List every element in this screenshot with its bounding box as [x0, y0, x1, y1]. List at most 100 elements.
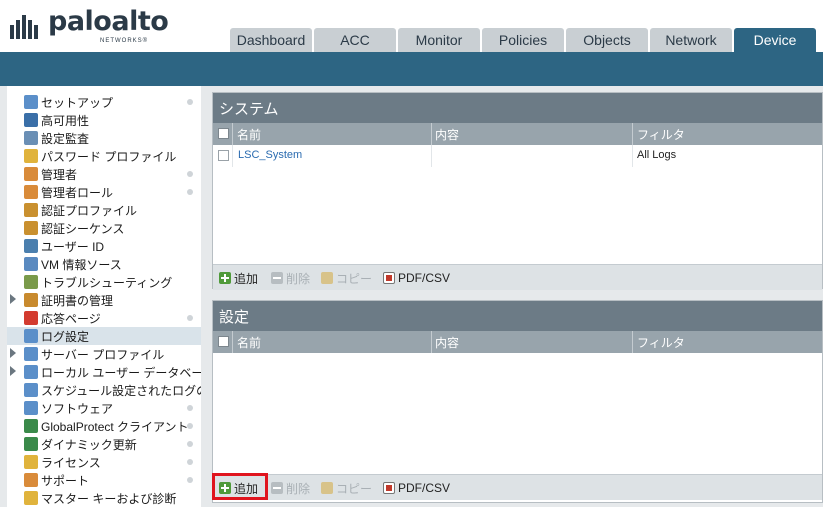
password-profile-icon [24, 149, 38, 163]
sidebar-item[interactable]: ライセンス [7, 453, 201, 471]
tab-network[interactable]: Network [650, 28, 732, 52]
sidebar-item[interactable]: サポート [7, 471, 201, 489]
app-header: paloalto NETWORKS® Dashboard ACC Monitor… [0, 0, 823, 52]
row-checkbox[interactable] [218, 150, 229, 161]
sidebar-item[interactable]: マスター キーおよび診断 [7, 489, 201, 507]
sidebar-item-label: ダイナミック更新 [41, 438, 137, 452]
sidebar-item-label: ユーザー ID [41, 240, 105, 254]
globalprotect-icon [24, 419, 38, 433]
panel-title-config: 設定 [213, 301, 822, 331]
sidebar-item[interactable]: 認証シーケンス [7, 219, 201, 237]
user-id-icon [24, 239, 38, 253]
expand-arrow-icon[interactable] [10, 348, 16, 358]
sidebar-item[interactable]: ログ設定 [7, 327, 201, 345]
sidebar-item[interactable]: セットアップ [7, 93, 201, 111]
sidebar-splitter[interactable] [201, 86, 206, 507]
sidebar-item[interactable]: 設定監査 [7, 129, 201, 147]
response-pages-icon [24, 311, 38, 325]
tab-policies[interactable]: Policies [482, 28, 564, 52]
sidebar-item[interactable]: VM 情報ソース [7, 255, 201, 273]
sidebar-item[interactable]: GlobalProtect クライアント [7, 417, 201, 435]
expand-arrow-icon[interactable] [10, 294, 16, 304]
sidebar-item-label: 設定監査 [41, 132, 90, 146]
commit-status-dot-icon [187, 189, 193, 195]
row-name-link[interactable]: LSC_System [238, 149, 302, 161]
sidebar-item[interactable]: ダイナミック更新 [7, 435, 201, 453]
sidebar-item[interactable]: ソフトウェア [7, 399, 201, 417]
sidebar-item-label: 認証プロファイル [41, 204, 138, 218]
device-sidebar: セットアップ 高可用性設定監査 パスワード プロファイル管理者 管理者ロール認証プロフ… [7, 86, 201, 507]
add-button[interactable]: 追加 [219, 269, 258, 287]
logo-wordmark: paloalto [48, 6, 169, 37]
expand-arrow-icon[interactable] [10, 366, 16, 376]
system-log-panel: システム 名前 内容 フィルタ LSC_System All Logs 追加 削… [212, 92, 823, 290]
commit-status-dot-icon [187, 99, 193, 105]
sidebar-item-label: サーバー プロファイル [41, 348, 165, 362]
troubleshooting-icon [24, 275, 38, 289]
pdf-csv-button[interactable]: PDF/CSV [383, 479, 450, 497]
scheduled-log-export-icon [24, 383, 38, 397]
sidebar-item[interactable]: ユーザー ID [7, 237, 201, 255]
sidebar-item[interactable]: 証明書の管理 [7, 291, 201, 309]
column-description[interactable]: 内容 [435, 334, 459, 351]
column-description[interactable]: 内容 [435, 126, 459, 143]
commit-status-dot-icon [187, 315, 193, 321]
certificate-management-icon [24, 293, 38, 307]
auth-sequence-icon [24, 221, 38, 235]
copy-button[interactable]: コピー [321, 269, 372, 287]
dynamic-updates-icon [24, 437, 38, 451]
sidebar-item[interactable]: パスワード プロファイル [7, 147, 201, 165]
master-key-icon [24, 491, 38, 505]
system-toolbar: 追加 削除 コピー PDF/CSV [213, 264, 822, 290]
column-filter[interactable]: フィルタ [637, 334, 685, 351]
pdf-csv-button[interactable]: PDF/CSV [383, 269, 450, 287]
table-row[interactable]: LSC_System All Logs [213, 145, 822, 167]
tab-device[interactable]: Device [734, 28, 816, 52]
delete-button[interactable]: 削除 [271, 479, 310, 497]
column-name[interactable]: 名前 [237, 334, 261, 351]
sidebar-item[interactable]: スケジュール設定されたログのエクスポート [7, 381, 201, 399]
tab-objects[interactable]: Objects [566, 28, 648, 52]
config-toolbar: 追加 削除 コピー PDF/CSV [213, 474, 822, 500]
sidebar-item[interactable]: 管理者ロール [7, 183, 201, 201]
sidebar-item-label: ソフトウェア [41, 402, 114, 416]
commit-status-dot-icon [187, 441, 193, 447]
sidebar-item[interactable]: ローカル ユーザー データベース [7, 363, 201, 381]
select-all-checkbox[interactable] [218, 336, 229, 347]
sidebar-item-label: GlobalProtect クライアント [41, 420, 189, 434]
sidebar-item[interactable]: サーバー プロファイル [7, 345, 201, 363]
tab-acc[interactable]: ACC [314, 28, 396, 52]
table-header: 名前 内容 フィルタ [213, 331, 822, 353]
pdf-icon [383, 482, 395, 494]
select-all-checkbox[interactable] [218, 128, 229, 139]
copy-button[interactable]: コピー [321, 479, 372, 497]
minus-icon [271, 482, 283, 494]
sidebar-item[interactable]: 認証プロファイル [7, 201, 201, 219]
copy-icon [321, 272, 333, 284]
setup-icon [24, 95, 38, 109]
sidebar-item[interactable]: 応答ページ [7, 309, 201, 327]
column-name[interactable]: 名前 [237, 126, 261, 143]
paloalto-logo-icon [10, 15, 38, 39]
plus-icon [219, 272, 231, 284]
high-availability-icon [24, 113, 38, 127]
logo-subtitle: NETWORKS® [100, 38, 149, 44]
log-settings-icon [24, 329, 38, 343]
table-header: 名前 内容 フィルタ [213, 123, 822, 145]
column-filter[interactable]: フィルタ [637, 126, 685, 143]
commit-status-dot-icon [187, 171, 193, 177]
tab-monitor[interactable]: Monitor [398, 28, 480, 52]
header-band [0, 52, 823, 86]
sidebar-item[interactable]: 管理者 [7, 165, 201, 183]
minus-icon [271, 272, 283, 284]
sidebar-item-label: サポート [41, 474, 90, 488]
commit-status-dot-icon [187, 477, 193, 483]
sidebar-item-label: ログ設定 [41, 330, 90, 344]
sidebar-item-label: 管理者 [41, 168, 78, 182]
tab-dashboard[interactable]: Dashboard [230, 28, 312, 52]
commit-status-dot-icon [187, 423, 193, 429]
sidebar-item[interactable]: トラブルシューティング [7, 273, 201, 291]
sidebar-item-label: 証明書の管理 [41, 294, 114, 308]
delete-button[interactable]: 削除 [271, 269, 310, 287]
sidebar-item[interactable]: 高可用性 [7, 111, 201, 129]
